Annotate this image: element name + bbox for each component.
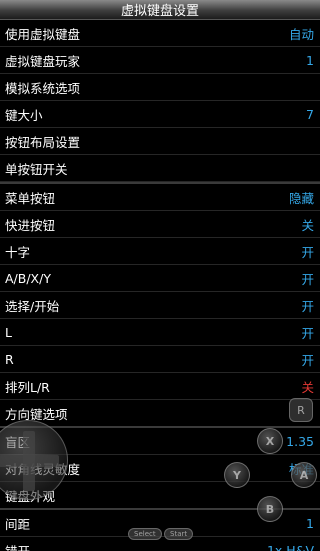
start-button-label: Start	[170, 530, 188, 538]
setting-label: R	[5, 351, 14, 367]
setting-abxy[interactable]: A/B/X/Y 开	[0, 265, 320, 292]
setting-value: 开	[301, 244, 314, 260]
setting-value: 1	[306, 515, 314, 531]
a-button[interactable]: A	[291, 462, 317, 488]
setting-emulation-options[interactable]: 模拟系统选项	[0, 74, 320, 101]
y-button-label: Y	[233, 468, 241, 482]
setting-label: 错开	[5, 543, 31, 551]
setting-menu-button[interactable]: 菜单按钮 隐藏	[0, 184, 320, 211]
setting-label: L	[5, 324, 12, 340]
setting-value: 开	[301, 325, 314, 341]
setting-dpad[interactable]: 十字 开	[0, 238, 320, 265]
x-button[interactable]: X	[257, 428, 283, 454]
setting-value: 自动	[288, 26, 314, 42]
r-button-label: R	[297, 403, 305, 417]
setting-value: 1x H&V	[266, 542, 314, 551]
setting-label: 虚拟键盘玩家	[5, 53, 81, 69]
setting-label: 方向键选项	[5, 406, 68, 422]
setting-label: 键大小	[5, 107, 43, 123]
setting-button-layout[interactable]: 按钮布局设置	[0, 128, 320, 155]
setting-align-lr[interactable]: 排列L/R 关	[0, 373, 320, 400]
setting-label: 单按钮开关	[5, 161, 68, 177]
start-button[interactable]: Start	[164, 528, 194, 540]
setting-label: 快进按钮	[5, 217, 56, 233]
y-button[interactable]: Y	[224, 462, 250, 488]
dpad-vertical-arm	[23, 431, 35, 491]
setting-label: 使用虚拟键盘	[5, 26, 81, 42]
setting-value: 关	[301, 379, 314, 395]
setting-r[interactable]: R 开	[0, 346, 320, 373]
b-button[interactable]: B	[257, 496, 283, 522]
setting-label: 排列L/R	[5, 379, 50, 395]
title-bar: 虚拟键盘设置	[0, 0, 320, 20]
setting-label: A/B/X/Y	[5, 270, 51, 286]
page-title: 虚拟键盘设置	[120, 4, 199, 19]
setting-value: 开	[301, 352, 314, 368]
setting-label: 选择/开始	[5, 298, 60, 314]
setting-single-button-toggle[interactable]: 单按钮开关	[0, 155, 320, 182]
setting-label: 间距	[5, 516, 31, 532]
setting-dpad-options[interactable]: 方向键选项	[0, 400, 320, 427]
setting-use-virtual-keyboard[interactable]: 使用虚拟键盘 自动	[0, 20, 320, 47]
setting-value: 开	[301, 271, 314, 287]
setting-virtual-keyboard-player[interactable]: 虚拟键盘玩家 1	[0, 47, 320, 74]
setting-value: 开	[301, 298, 314, 314]
setting-value: 7	[306, 106, 314, 122]
setting-key-size[interactable]: 键大小 7	[0, 101, 320, 128]
setting-stagger[interactable]: 错开 1x H&V	[0, 537, 320, 551]
b-button-label: B	[265, 502, 275, 516]
select-button-label: Select	[134, 530, 156, 538]
r-shoulder-button[interactable]: R	[289, 398, 313, 422]
a-button-label: A	[299, 468, 309, 482]
setting-l[interactable]: L 开	[0, 319, 320, 346]
setting-value: 隐藏	[288, 190, 314, 206]
setting-label: 十字	[5, 244, 31, 260]
setting-select-start[interactable]: 选择/开始 开	[0, 292, 320, 319]
setting-value: 1.35	[286, 433, 314, 449]
setting-label: 菜单按钮	[5, 190, 56, 206]
select-button[interactable]: Select	[128, 528, 162, 540]
setting-value: 1	[306, 52, 314, 68]
setting-label: 按钮布局设置	[5, 134, 81, 150]
setting-label: 模拟系统选项	[5, 80, 81, 96]
setting-value: 关	[301, 217, 314, 233]
setting-fast-forward-button[interactable]: 快进按钮 关	[0, 211, 320, 238]
x-button-label: X	[265, 434, 275, 448]
